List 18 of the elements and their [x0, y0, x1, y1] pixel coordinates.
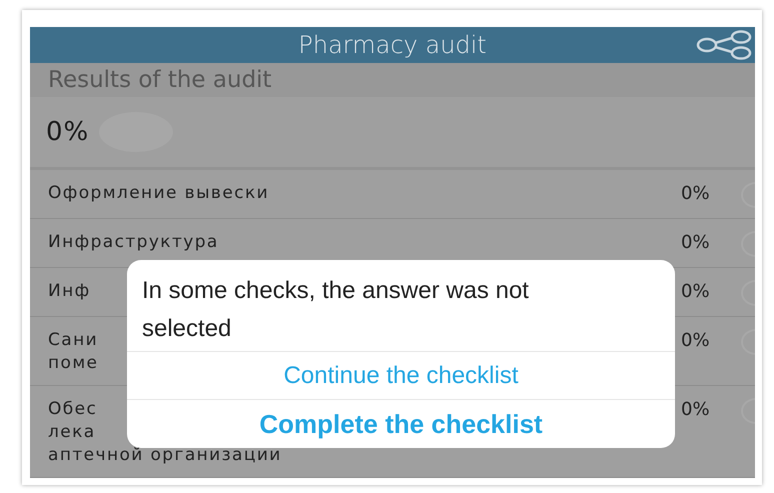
section-percent: 0% — [681, 398, 711, 421]
share-icon[interactable] — [695, 30, 753, 60]
dialog-message: In some checks, the answer was not selected — [127, 260, 675, 352]
section-name: Инф — [48, 280, 91, 303]
section-name: Обес — [48, 398, 98, 421]
section-name: Оформление вывески — [48, 182, 270, 205]
results-heading: Results of the audit — [48, 67, 272, 93]
section-name: лека — [48, 421, 96, 444]
section-name: Инфраструктура — [48, 231, 219, 254]
section-row[interactable]: Оформление вывески 0% — [30, 170, 755, 219]
window-title: Pharmacy audit — [298, 31, 487, 59]
section-percent: 0% — [681, 280, 711, 303]
section-percent: 0% — [681, 329, 711, 352]
section-name: Сани — [48, 329, 98, 352]
section-percent: 0% — [681, 231, 711, 254]
section-percent: 0% — [681, 182, 711, 205]
overall-percent: 0% — [46, 117, 90, 147]
section-name: поме — [48, 352, 98, 375]
